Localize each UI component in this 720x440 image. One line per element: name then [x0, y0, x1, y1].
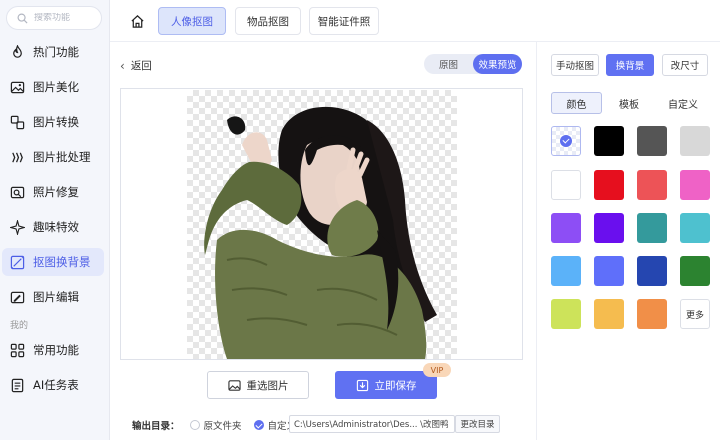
swatch-color[interactable] [551, 170, 581, 200]
tab-portrait-cutout[interactable]: 人像抠图 [158, 7, 226, 35]
save-label: 立即保存 [374, 379, 417, 392]
download-icon [356, 379, 368, 391]
sidebar-item-cutout[interactable]: 抠图换背景 [2, 248, 104, 276]
home-button[interactable] [120, 7, 154, 35]
tab-label: 智能证件照 [317, 15, 371, 28]
sidebar-item-label: 图片编辑 [33, 290, 79, 304]
change-dir-button[interactable]: 更改目录 [455, 415, 500, 433]
swatch-color[interactable] [637, 213, 667, 243]
convert-icon [10, 115, 25, 129]
sidebar-item-edit[interactable]: 图片编辑 [2, 283, 104, 311]
sidebar-item-convert[interactable]: 图片转换 [2, 108, 104, 136]
sidebar-item-label: 照片修复 [33, 185, 79, 199]
source-folder-label: 原文件夹 [203, 421, 242, 432]
output-dir-row: 输出目录： 原文件夹 自定义 [132, 416, 308, 434]
swatch-color[interactable] [594, 256, 624, 286]
image-icon [10, 81, 25, 93]
swatch-color[interactable] [680, 256, 710, 286]
flame-icon [13, 44, 22, 58]
sidebar-item-label: 热门功能 [33, 45, 79, 59]
save-now-button[interactable]: 立即保存 [335, 371, 437, 399]
tab-label: 人像抠图 [171, 15, 213, 28]
swatch-color[interactable] [637, 126, 667, 156]
swatch-color[interactable] [680, 213, 710, 243]
search-input[interactable] [34, 13, 96, 23]
toggle-preview[interactable]: 效果预览 [473, 54, 522, 74]
sidebar-item-label: 趣味特效 [33, 220, 79, 234]
tab-label: 物品抠图 [247, 15, 289, 28]
mode-manual-cutout[interactable]: 手动抠图 [551, 54, 599, 76]
swatch-color[interactable] [551, 256, 581, 286]
sidebar-item-label: AI任务表 [33, 378, 79, 392]
back-button[interactable]: ‹ 返回 [120, 58, 152, 73]
chevron-left-icon: ‹ [120, 58, 125, 73]
section-label-mine: 我的 [10, 321, 29, 331]
tab-colors[interactable]: 颜色 [551, 92, 602, 114]
cutout-icon [10, 255, 25, 269]
edit-icon [10, 291, 25, 303]
preview-canvas [120, 88, 523, 360]
swatch-color[interactable] [551, 299, 581, 329]
sidebar-item-hot[interactable]: 热门功能 [2, 38, 104, 66]
swatch-transparent[interactable] [551, 126, 581, 156]
search-icon [17, 13, 28, 24]
sidebar-item-beautify[interactable]: 图片美化 [2, 73, 104, 101]
reselect-label: 重选图片 [246, 379, 289, 392]
output-path-field[interactable]: C:\Users\Administrator\Des... \改图鸭 [289, 415, 455, 433]
vip-badge: VIP [423, 363, 451, 377]
swatch-color[interactable] [551, 213, 581, 243]
back-label: 返回 [130, 60, 152, 72]
swatch-color[interactable] [594, 213, 624, 243]
toggle-original[interactable]: 原图 [424, 54, 473, 74]
sidebar-item-batch[interactable]: 图片批处理 [2, 143, 104, 171]
batch-icon [12, 152, 23, 162]
sidebar-item-ai-tasks[interactable]: AI任务表 [2, 371, 104, 399]
list-icon [11, 378, 24, 392]
reselect-image-button[interactable]: 重选图片 [207, 371, 309, 399]
transparent-background [187, 90, 457, 359]
tab-object-cutout[interactable]: 物品抠图 [235, 7, 301, 35]
sidebar: 热门功能 图片美化 图片转换 图片批处理 照片修复 趣味特效 抠图换背景 图片编… [0, 0, 110, 440]
view-toggle[interactable]: 原图 效果预览 [424, 54, 522, 74]
sidebar-item-common[interactable]: 常用功能 [2, 336, 104, 364]
swatch-color[interactable] [594, 299, 624, 329]
check-icon [560, 135, 572, 147]
swatch-color[interactable] [680, 126, 710, 156]
swatch-color[interactable] [637, 299, 667, 329]
swatch-color[interactable] [594, 126, 624, 156]
radio-source-folder[interactable] [189, 420, 200, 430]
top-bar: 人像抠图 物品抠图 智能证件照 [110, 0, 720, 42]
sidebar-item-label: 图片转换 [33, 115, 79, 129]
tab-id-photo[interactable]: 智能证件照 [309, 7, 379, 35]
sidebar-item-label: 常用功能 [33, 343, 79, 357]
swatch-color[interactable] [637, 256, 667, 286]
tab-custom[interactable]: 自定义 [661, 92, 705, 114]
right-panel: 手动抠图 换背景 改尺寸 颜色 模板 自定义 更多 [536, 42, 720, 440]
mode-resize[interactable]: 改尺寸 [662, 54, 708, 76]
swatch-color[interactable] [594, 170, 624, 200]
mode-change-background[interactable]: 换背景 [606, 54, 654, 76]
grid-icon [10, 343, 25, 357]
more-colors-button[interactable]: 更多 [680, 299, 710, 329]
sidebar-item-repair[interactable]: 照片修复 [2, 178, 104, 206]
swatch-color[interactable] [680, 170, 710, 200]
sidebar-item-label: 图片批处理 [33, 150, 91, 164]
home-icon [130, 14, 144, 28]
portrait-cutout-image [204, 106, 437, 359]
sidebar-item-label: 图片美化 [33, 80, 79, 94]
tab-templates[interactable]: 模板 [611, 92, 647, 114]
main-panel: ‹ 返回 原图 效果预览 重选图片 立即保存 VIP 输出目录： 原文件夹 自定… [110, 42, 536, 440]
repair-icon [10, 186, 25, 198]
search-box[interactable] [6, 6, 102, 30]
sparkle-icon [10, 219, 25, 235]
swatch-color[interactable] [637, 170, 667, 200]
radio-custom-folder[interactable] [253, 420, 264, 430]
image-icon [227, 379, 241, 391]
sidebar-item-effects[interactable]: 趣味特效 [2, 213, 104, 241]
sidebar-item-label: 抠图换背景 [33, 255, 91, 269]
output-dir-label: 输出目录： [132, 421, 180, 432]
